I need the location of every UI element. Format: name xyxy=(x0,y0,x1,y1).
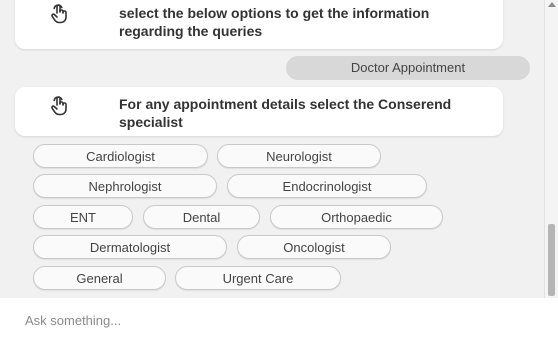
scrollbar-thumb[interactable] xyxy=(548,224,555,296)
option-chip-ent[interactable]: ENT xyxy=(33,205,133,229)
bot-message-text: For any appointment details select the C… xyxy=(119,96,452,130)
chat-panel: select the below options to get the info… xyxy=(0,0,544,298)
scroll-up-arrow-icon[interactable] xyxy=(548,2,556,7)
bot-message-text: select the below options to get the info… xyxy=(119,5,430,39)
option-chip-endocrinologist[interactable]: Endocrinologist xyxy=(227,174,427,198)
message-input[interactable] xyxy=(25,310,525,330)
option-chip-cardiologist[interactable]: Cardiologist xyxy=(33,144,208,168)
option-chip-orthopaedic[interactable]: Orthopaedic xyxy=(270,205,443,229)
user-message: Doctor Appointment xyxy=(286,56,530,80)
option-chip-dermatologist[interactable]: Dermatologist xyxy=(33,235,227,259)
option-chip-general[interactable]: General xyxy=(33,266,166,290)
chat-scrollbar[interactable] xyxy=(544,0,558,298)
option-chip-dental[interactable]: Dental xyxy=(143,205,260,229)
pointing-hand-icon xyxy=(51,96,67,116)
pointing-hand-icon xyxy=(51,4,67,24)
option-chip-urgent-care[interactable]: Urgent Care xyxy=(175,266,341,290)
option-chip-oncologist[interactable]: Oncologist xyxy=(237,235,391,259)
message-input-bar xyxy=(0,298,558,339)
bot-message: For any appointment details select the C… xyxy=(15,87,503,136)
bot-message: select the below options to get the info… xyxy=(15,0,503,49)
option-chip-neurologist[interactable]: Neurologist xyxy=(217,144,381,168)
option-chip-nephrologist[interactable]: Nephrologist xyxy=(33,174,217,198)
